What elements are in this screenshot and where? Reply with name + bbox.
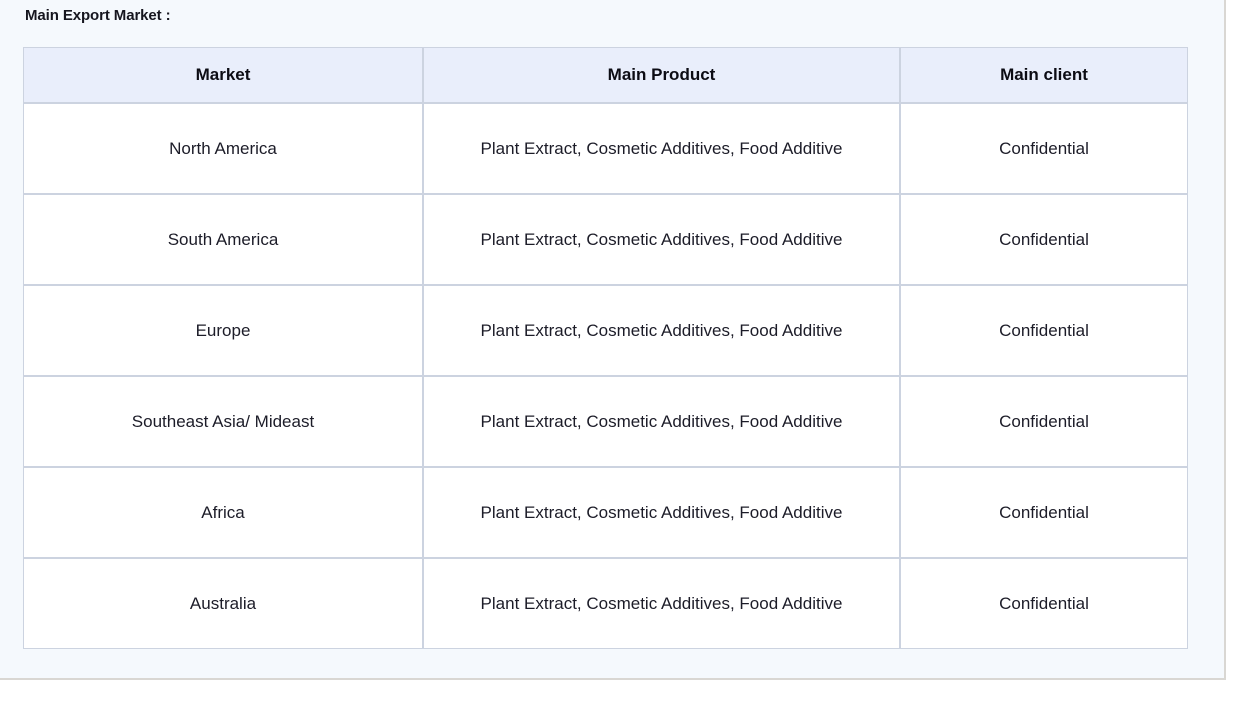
table-row: Australia Plant Extract, Cosmetic Additiv… <box>23 558 1188 649</box>
column-header-main-product: Main Product <box>423 47 900 103</box>
cell-market: Europe <box>23 285 423 376</box>
column-header-main-client: Main client <box>900 47 1188 103</box>
table-row: North America Plant Extract, Cosmetic Add… <box>23 103 1188 194</box>
table-header: Market Main Product Main client <box>23 47 1188 103</box>
table-row: Africa Plant Extract, Cosmetic Additives,… <box>23 467 1188 558</box>
cell-main-client: Confidential <box>900 467 1188 558</box>
main-export-market-table: Market Main Product Main client North Am… <box>23 47 1188 649</box>
table-row: South America Plant Extract, Cosmetic Add… <box>23 194 1188 285</box>
cell-market: North America <box>23 103 423 194</box>
column-header-market: Market <box>23 47 423 103</box>
page-title: Main Export Market : <box>25 7 171 24</box>
cell-main-product: Plant Extract, Cosmetic Additives, Food … <box>423 194 900 285</box>
cell-main-client: Confidential <box>900 285 1188 376</box>
cell-main-product: Plant Extract, Cosmetic Additives, Food … <box>423 285 900 376</box>
cell-main-client: Confidential <box>900 376 1188 467</box>
table-header-row: Market Main Product Main client <box>23 47 1188 103</box>
cell-market: Africa <box>23 467 423 558</box>
table-body: North America Plant Extract, Cosmetic Add… <box>23 103 1188 649</box>
cell-main-product: Plant Extract, Cosmetic Additives, Food … <box>423 103 900 194</box>
content-panel: Main Export Market : Market Main Product… <box>0 0 1226 680</box>
cell-market: Southeast Asia/ Mideast <box>23 376 423 467</box>
table-row: Southeast Asia/ Mideast Plant Extract, Co… <box>23 376 1188 467</box>
cell-market: Australia <box>23 558 423 649</box>
cell-main-product: Plant Extract, Cosmetic Additives, Food … <box>423 467 900 558</box>
table-row: Europe Plant Extract, Cosmetic Additives,… <box>23 285 1188 376</box>
cell-market: South America <box>23 194 423 285</box>
cell-main-client: Confidential <box>900 558 1188 649</box>
cell-main-product: Plant Extract, Cosmetic Additives, Food … <box>423 558 900 649</box>
cell-main-product: Plant Extract, Cosmetic Additives, Food … <box>423 376 900 467</box>
cell-main-client: Confidential <box>900 103 1188 194</box>
cell-main-client: Confidential <box>900 194 1188 285</box>
